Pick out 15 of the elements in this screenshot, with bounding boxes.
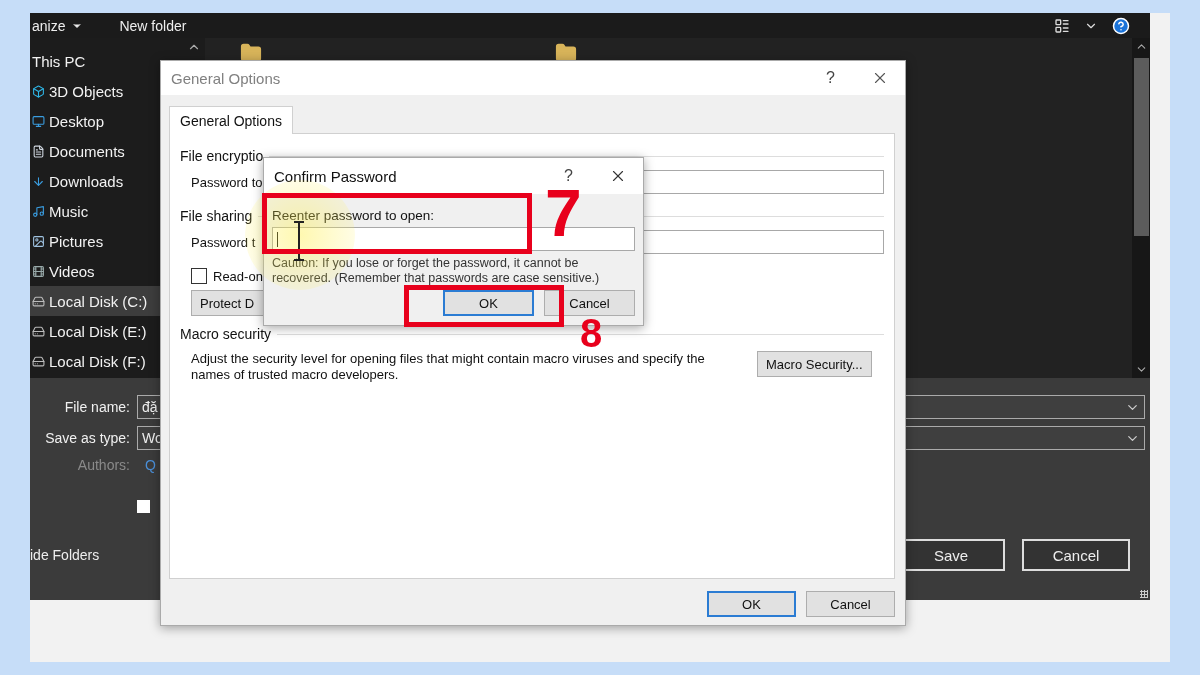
- step-number: 7: [545, 180, 582, 246]
- save-as-type-label: Save as type:: [44, 430, 130, 446]
- password-prompt: Reenter password to open:: [272, 208, 436, 223]
- checkbox-label: Read-on: [213, 268, 263, 284]
- section-heading: Macro security: [180, 326, 272, 342]
- password-label: Password t: [191, 234, 256, 250]
- window-title: Confirm Password: [274, 167, 398, 185]
- file-name-label: File name:: [63, 399, 130, 415]
- step-number: 8: [580, 313, 603, 353]
- section-heading: File sharing: [180, 208, 253, 224]
- section-heading: File encryptio: [180, 148, 264, 164]
- window-title: General Options: [171, 69, 282, 87]
- password-label: Password to: [191, 174, 263, 190]
- authors-label: Authors:: [76, 457, 130, 473]
- macro-description: Adjust the security level for opening files that might contain macro viruses and specify the names of trusted macro developers.: [191, 351, 706, 383]
